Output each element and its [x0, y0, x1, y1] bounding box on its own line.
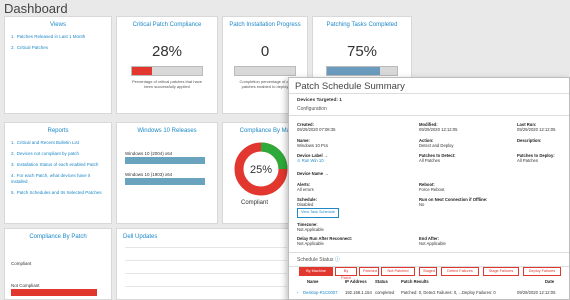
- patch-schedule-modal: Patch Schedule Summary Devices Targeted:…: [288, 77, 570, 300]
- timezone-field: Timezone: Not Applicable: [297, 222, 324, 233]
- install-progress-title: Patch Installation Progress: [229, 22, 301, 28]
- critical-compliance-title: Critical Patch Compliance: [132, 22, 202, 28]
- col-results[interactable]: Patch Results: [401, 279, 429, 284]
- alerts-field: Alerts: All errors: [297, 182, 314, 193]
- patches-detect-field: Patches to Detect: All Patches: [419, 153, 456, 164]
- tasks-completed-bar: [326, 66, 398, 76]
- info-icon: ⓘ: [334, 257, 340, 263]
- win10-row-label: Windows 10 (1903) x64: [125, 172, 173, 177]
- col-ip[interactable]: IP Address: [345, 279, 367, 284]
- views-title: Views: [50, 22, 66, 28]
- tasks-completed-value: 75%: [346, 43, 378, 60]
- dell-updates-card: Dell Updates: [116, 228, 296, 300]
- col-status[interactable]: Status: [375, 279, 388, 284]
- win10-row: Windows 10 (2004) x64: [117, 151, 217, 164]
- devices-targeted: Devices Targeted: 1: [297, 98, 342, 103]
- compliance-patch-row-label: Not Compliant: [11, 283, 40, 288]
- page-title: Dashboard: [4, 1, 68, 16]
- filter-staged[interactable]: Staged: [419, 267, 437, 276]
- filter-stage-failures[interactable]: Stage Failures: [483, 267, 519, 276]
- lastrun-field: Last Run: 09/29/2020 12:12:05: [517, 122, 556, 133]
- device-label-field: Device Label → ⊙ Run Win 10: [297, 153, 328, 164]
- dell-updates-grid: [125, 247, 287, 299]
- device-name-field[interactable]: Device Name →: [297, 171, 328, 176]
- filter-by-patch[interactable]: By Patch: [335, 267, 357, 280]
- reports-item[interactable]: 2. Devices not compliant by patch: [11, 151, 105, 157]
- reboot-field: Reboot: Force Reboot: [419, 182, 445, 193]
- view-task-schedule-button[interactable]: View Task Schedule: [297, 208, 339, 218]
- reports-title: Reports: [47, 128, 69, 134]
- row-ip: 192.168.1.154: [345, 290, 372, 295]
- col-date[interactable]: Date: [545, 279, 554, 284]
- filter-by-machine[interactable]: By Machine: [299, 267, 333, 276]
- modified-field: Modified: 09/29/2020 12:12:05: [419, 122, 458, 133]
- reports-item[interactable]: 3. Installation Status of each enabled Pa…: [11, 162, 105, 168]
- views-item[interactable]: 2. Critical Patches: [11, 45, 105, 51]
- critical-compliance-bar: [131, 66, 203, 76]
- win10-card: Windows 10 Releases Windows 10 (2004) x6…: [116, 122, 218, 224]
- compliance-patch-row-label: Compliant: [11, 261, 32, 266]
- tasks-completed-title: Patching Tasks Completed: [326, 22, 398, 28]
- views-card: Views 1. Patches Released in Last 1 Month…: [4, 16, 112, 114]
- win10-row-bar: [125, 178, 205, 185]
- action-field: Action: Detect and Deploy: [419, 138, 454, 149]
- description-field: Description:: [517, 138, 542, 143]
- critical-compliance-card: Critical Patch Compliance 28% Percentage…: [116, 16, 218, 114]
- win10-row: Windows 10 (1903) x64: [117, 172, 217, 185]
- filter-detect-failures[interactable]: Detect Failures: [441, 267, 479, 276]
- critical-compliance-fill: [132, 67, 152, 75]
- row-name[interactable]: Desktop-R1C0007: [303, 290, 337, 295]
- schedule-field: Schedule: Disabled View Task Schedule: [297, 197, 339, 218]
- patches-deploy-field: Patches to Deploy: All Patches: [517, 153, 555, 164]
- expand-icon[interactable]: ›: [297, 290, 298, 295]
- critical-compliance-caption: Percentage of critical patches that have…: [131, 79, 203, 89]
- reports-list: 1. Critical and Recent Bulletin List 2. De…: [5, 137, 111, 196]
- compliance-patch-bar: [11, 289, 97, 296]
- install-progress-value: 0: [260, 43, 270, 60]
- schedule-status-section: Schedule Status ⓘ: [289, 252, 569, 267]
- row-status: completed: [375, 290, 395, 295]
- device-label-link[interactable]: ⊙ Run Win 10: [297, 158, 324, 163]
- row-results: Patched: 0, Detect Failures: 0, ...Deplo…: [401, 290, 496, 295]
- compliance-patch-card: Compliance By Patch Compliant Not Compli…: [4, 228, 112, 300]
- win10-row-label: Windows 10 (2004) x64: [125, 151, 173, 156]
- donut-label: Compliant: [241, 200, 269, 206]
- views-item[interactable]: 1. Patches Released in Last 1 Month: [11, 34, 105, 40]
- dell-updates-title: Dell Updates: [123, 234, 158, 240]
- win10-row-bar: [125, 157, 205, 164]
- run-next-connection-field: Run on Next Connection if Offline: No: [419, 197, 488, 208]
- created-field: Created: 09/29/2020 07:08:35: [297, 122, 336, 133]
- donut-value: 25%: [250, 164, 272, 176]
- compliance-patch-title: Compliance By Patch: [29, 234, 87, 240]
- end-after-field: End After: Not Applicable: [419, 236, 446, 247]
- delay-run-field: Delay Run After Reconnect: Not Applicable: [297, 236, 353, 247]
- critical-compliance-value: 28%: [151, 43, 183, 60]
- col-name[interactable]: Name: [307, 279, 318, 284]
- reports-card: Reports 1. Critical and Recent Bulletin L…: [4, 122, 112, 224]
- modal-title: Patch Schedule Summary: [289, 78, 569, 94]
- name-field: Name: Windows 10 Pcs: [297, 138, 328, 149]
- views-list: 1. Patches Released in Last 1 Month 2. Cri…: [5, 31, 111, 51]
- filter-not-patched[interactable]: Not Patched: [381, 267, 415, 276]
- install-progress-bar: [234, 66, 296, 76]
- tasks-completed-fill: [327, 67, 380, 75]
- filter-patched[interactable]: Patched: [359, 267, 379, 276]
- reports-item[interactable]: 1. Critical and Recent Bulletin List: [11, 140, 105, 146]
- reports-item[interactable]: 5. Patch Schedules and Its Selected Patch…: [11, 190, 105, 196]
- filter-deploy-failures[interactable]: Deploy Failures: [523, 267, 561, 276]
- reports-item[interactable]: 4. For each Patch, what devices have it i…: [11, 173, 105, 185]
- row-date: 09/29/2020 12:12:05: [517, 290, 556, 295]
- win10-title: Windows 10 Releases: [137, 128, 197, 134]
- configuration-section: Configuration: [289, 103, 569, 116]
